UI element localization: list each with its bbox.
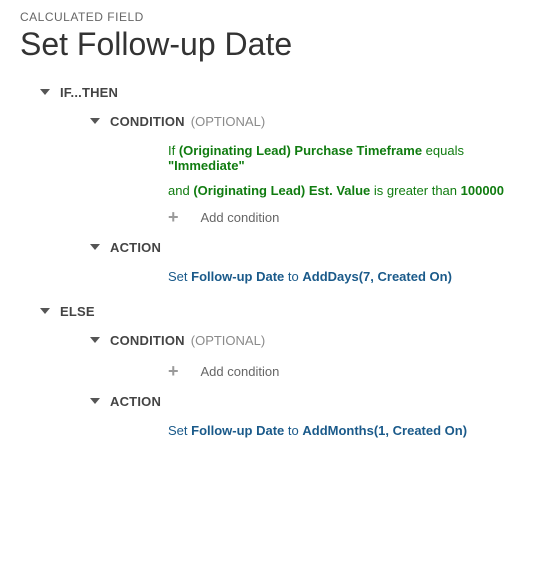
else-header[interactable]: ELSE bbox=[40, 304, 513, 319]
ifthen-action-header[interactable]: ACTION bbox=[90, 240, 513, 255]
plus-icon: + bbox=[168, 208, 179, 226]
condition-line-1[interactable]: If (Originating Lead) Purchase Timeframe… bbox=[168, 143, 513, 173]
plus-icon: + bbox=[168, 362, 179, 380]
cond-op: is greater than bbox=[370, 183, 460, 198]
chevron-down-icon bbox=[40, 308, 50, 314]
chevron-down-icon bbox=[90, 398, 100, 404]
cond-field: (Originating Lead) Purchase Timeframe bbox=[179, 143, 422, 158]
ifthen-label: IF...THEN bbox=[60, 85, 118, 100]
page-title: Set Follow-up Date bbox=[20, 26, 513, 63]
optional-label: (OPTIONAL) bbox=[191, 333, 265, 348]
add-condition-button[interactable]: + Add condition bbox=[168, 208, 513, 226]
chevron-down-icon bbox=[40, 89, 50, 95]
condition-label: CONDITION bbox=[110, 114, 185, 129]
action-func: AddMonths(1, Created On) bbox=[302, 423, 467, 438]
action-line[interactable]: Set Follow-up Date to AddDays(7, Created… bbox=[168, 269, 513, 284]
action-to: to bbox=[284, 269, 302, 284]
cond-value: "Immediate" bbox=[168, 158, 245, 173]
action-prefix: Set bbox=[168, 269, 191, 284]
action-to: to bbox=[284, 423, 302, 438]
chevron-down-icon bbox=[90, 337, 100, 343]
cond-value: 100000 bbox=[461, 183, 504, 198]
chevron-down-icon bbox=[90, 118, 100, 124]
cond-field: (Originating Lead) Est. Value bbox=[193, 183, 370, 198]
action-field: Follow-up Date bbox=[191, 423, 284, 438]
chevron-down-icon bbox=[90, 244, 100, 250]
action-field: Follow-up Date bbox=[191, 269, 284, 284]
action-line[interactable]: Set Follow-up Date to AddMonths(1, Creat… bbox=[168, 423, 513, 438]
optional-label: (OPTIONAL) bbox=[191, 114, 265, 129]
cond-op: equals bbox=[422, 143, 464, 158]
condition-label: CONDITION bbox=[110, 333, 185, 348]
condition-line-2[interactable]: and (Originating Lead) Est. Value is gre… bbox=[168, 183, 513, 198]
else-condition-header[interactable]: CONDITION (OPTIONAL) bbox=[90, 333, 513, 348]
else-action-header[interactable]: ACTION bbox=[90, 394, 513, 409]
breadcrumb: CALCULATED FIELD bbox=[20, 10, 513, 24]
else-label: ELSE bbox=[60, 304, 95, 319]
add-condition-label: Add condition bbox=[201, 210, 280, 225]
action-prefix: Set bbox=[168, 423, 191, 438]
action-label: ACTION bbox=[110, 240, 161, 255]
action-func: AddDays(7, Created On) bbox=[302, 269, 452, 284]
cond-prefix: and bbox=[168, 183, 193, 198]
add-condition-button[interactable]: + Add condition bbox=[168, 362, 513, 380]
cond-prefix: If bbox=[168, 143, 179, 158]
action-label: ACTION bbox=[110, 394, 161, 409]
ifthen-header[interactable]: IF...THEN bbox=[40, 85, 513, 100]
add-condition-label: Add condition bbox=[201, 364, 280, 379]
ifthen-condition-header[interactable]: CONDITION (OPTIONAL) bbox=[90, 114, 513, 129]
